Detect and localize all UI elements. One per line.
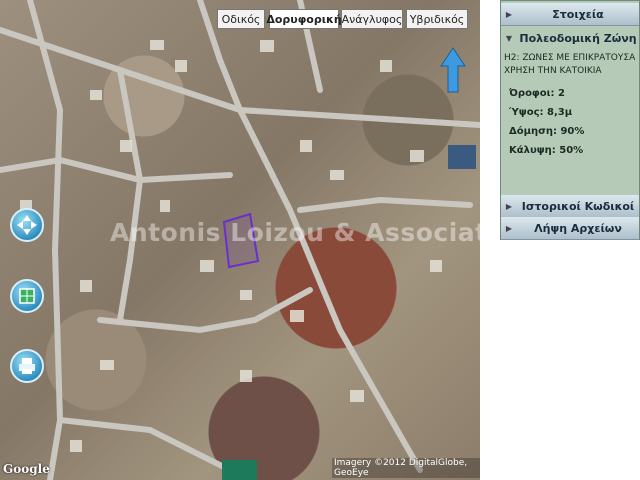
triangle-right-icon: ▶: [505, 223, 513, 233]
accordion-label: Πολεοδομική Ζώνη: [519, 31, 637, 45]
map-type-hybrid-button[interactable]: Υβριδικός: [406, 9, 468, 29]
accordion-history-header[interactable]: ▶ Ιστορικοί Κωδικοί: [501, 195, 639, 218]
accordion-details-header[interactable]: ▶ Στοιχεία: [501, 3, 639, 26]
accordion-zoning-header[interactable]: ▼ Πολεοδομική Ζώνη: [501, 27, 639, 49]
map-type-road-button[interactable]: Οδικός: [217, 9, 265, 29]
google-logo: Google: [3, 462, 50, 476]
layers-control[interactable]: [10, 279, 44, 313]
print-control[interactable]: [10, 349, 44, 383]
zone-height: Ύψος: 8,3μ: [509, 107, 573, 118]
navigation-control[interactable]: [10, 208, 44, 242]
north-arrow-icon[interactable]: [440, 46, 466, 94]
zone-density: Δόμηση: 90%: [509, 126, 585, 137]
accordion-label: Ιστορικοί Κωδικοί: [521, 199, 635, 213]
map-type-terrain-button[interactable]: Ανάγλυφος: [341, 9, 403, 29]
accordion-downloads-header[interactable]: ▶ Λήψη Αρχείων: [501, 217, 639, 240]
watermark-text: Antonis Loizou & Associates: [110, 218, 480, 247]
accordion-label: Λήψη Αρχείων: [534, 221, 622, 235]
triangle-right-icon: ▶: [505, 201, 513, 211]
map-type-satellite-button[interactable]: Δορυφορική: [266, 9, 342, 29]
imagery-credit: Imagery ©2012 DigitalGlobe, GeoEye: [332, 458, 480, 478]
info-panel: ▶ Στοιχεία ▼ Πολεοδομική Ζώνη H2: ΖΩΝΕΣ …: [500, 0, 640, 240]
map-layers-icon: [19, 288, 35, 304]
satellite-map[interactable]: Οδικός Δορυφορική Ανάγλυφος Υβριδικός An…: [0, 0, 480, 480]
zone-coverage: Κάλυψη: 50%: [509, 145, 584, 156]
zone-description: H2: ΖΩΝΕΣ ΜΕ ΕΠΙΚΡΑΤΟΥΣΑ ΧΡΗΣΗ ΤΗΝ ΚΑΤΟΙ…: [504, 53, 636, 76]
triangle-down-icon: ▼: [505, 33, 513, 43]
accordion-label: Στοιχεία: [552, 7, 604, 21]
triangle-right-icon: ▶: [505, 9, 513, 19]
zone-floors: Όροφοι: 2: [509, 88, 565, 99]
pan-arrows-icon: [17, 215, 37, 235]
printer-icon: [19, 358, 35, 374]
